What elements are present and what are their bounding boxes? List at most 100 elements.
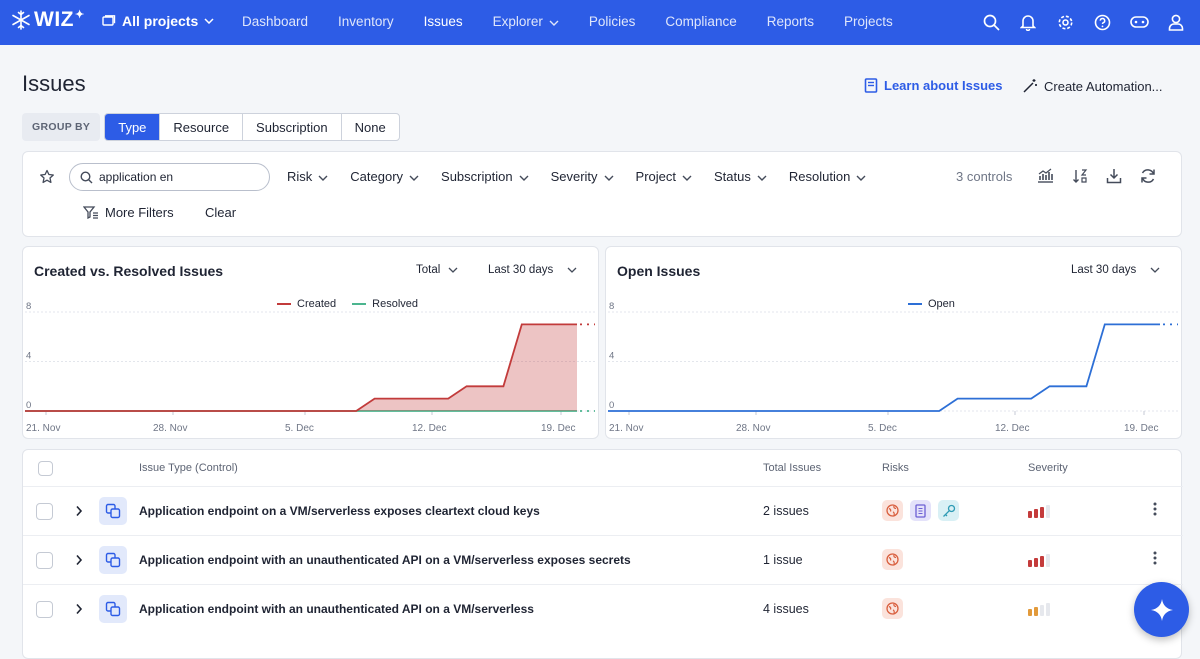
filter-category[interactable]: Category	[350, 169, 419, 184]
row-checkbox[interactable]	[36, 601, 53, 618]
chevron-down-icon	[409, 169, 419, 184]
chart-toggle-icon[interactable]	[1037, 168, 1054, 189]
sparkle-icon	[1150, 598, 1173, 621]
x-tick-label: 19. Dec	[1124, 423, 1158, 434]
nav-link-issues[interactable]: Issues	[424, 14, 463, 29]
help-icon[interactable]	[1092, 12, 1112, 32]
nav-link-policies[interactable]: Policies	[589, 14, 636, 29]
ai-assistant-button[interactable]	[1134, 582, 1189, 637]
create-automation-button[interactable]: Create Automation...	[1022, 78, 1163, 94]
filter-toolbar-icons	[1037, 168, 1156, 189]
nav-link-compliance[interactable]: Compliance	[665, 14, 736, 29]
severity-bar	[1028, 609, 1032, 616]
filter-label: Risk	[287, 169, 313, 184]
learn-about-issues-link[interactable]: Learn about Issues	[864, 78, 1002, 93]
project-selector[interactable]: All projects	[102, 13, 214, 29]
filter-subscription[interactable]: Subscription	[441, 169, 529, 184]
search-input[interactable]	[99, 170, 259, 184]
document-icon[interactable]	[910, 500, 931, 521]
folders-icon	[102, 15, 116, 26]
search-field[interactable]	[69, 163, 270, 191]
key-icon[interactable]	[938, 500, 959, 521]
page-title: Issues	[22, 71, 86, 96]
user-icon[interactable]	[1166, 12, 1186, 32]
globe-icon[interactable]	[882, 500, 903, 521]
more-options-icon[interactable]	[1153, 551, 1157, 570]
group-by-option-resource[interactable]: Resource	[160, 114, 244, 140]
star-icon[interactable]	[39, 169, 55, 190]
group-by-option-none[interactable]: None	[342, 114, 399, 140]
x-tick-label: 5. Dec	[868, 423, 897, 434]
globe-icon[interactable]	[882, 549, 903, 570]
group-by-option-subscription[interactable]: Subscription	[243, 114, 342, 140]
nav-link-dashboard[interactable]: Dashboard	[242, 14, 308, 29]
issue-type-name[interactable]: Application endpoint with an unauthentic…	[139, 553, 631, 567]
nav-link-label: Inventory	[338, 14, 394, 29]
series-line-open[interactable]	[608, 323, 1160, 412]
top-navigation-bar: WIZ ✦ All projects Dashboard Inventory Iss…	[0, 0, 1200, 45]
filter-status[interactable]: Status	[714, 169, 767, 184]
filter-dropdowns: Risk Category Subscription Severity Project S…	[287, 169, 888, 184]
issue-type-name[interactable]: Application endpoint on a VM/serverless …	[139, 504, 540, 518]
table-row[interactable]: Application endpoint on a VM/serverless …	[23, 486, 1183, 535]
group-by-label: GROUP BY	[22, 113, 101, 141]
chevron-down-icon	[519, 169, 529, 184]
nav-link-projects[interactable]: Projects	[844, 14, 893, 29]
severity-bar	[1046, 554, 1050, 567]
column-header-risks[interactable]: Risks	[882, 462, 909, 474]
filter-severity[interactable]: Severity	[551, 169, 614, 184]
column-header-type[interactable]: Issue Type (Control)	[139, 462, 238, 474]
column-header-total[interactable]: Total Issues	[763, 462, 821, 474]
download-icon[interactable]	[1106, 168, 1122, 189]
select-all-checkbox[interactable]	[38, 461, 53, 476]
severity-bar	[1028, 560, 1032, 567]
chevron-right-icon[interactable]	[75, 504, 83, 522]
chevron-right-icon[interactable]	[75, 602, 83, 620]
more-options-icon[interactable]	[1153, 502, 1157, 521]
severity-indicator	[1028, 554, 1050, 567]
severity-bar	[1034, 509, 1038, 518]
group-by-option-type[interactable]: Type	[105, 114, 161, 140]
snowflake-icon	[12, 10, 30, 30]
group-by-segmented-control: Type Resource Subscription None	[104, 113, 400, 141]
row-checkbox[interactable]	[36, 503, 53, 520]
nav-link-explorer[interactable]: Explorer	[493, 14, 559, 29]
learn-about-issues-label: Learn about Issues	[884, 78, 1003, 93]
column-header-severity[interactable]: Severity	[1028, 462, 1068, 474]
nav-link-inventory[interactable]: Inventory	[338, 14, 394, 29]
table-row[interactable]: Application endpoint with an unauthentic…	[23, 535, 1183, 584]
more-filters-button[interactable]: More Filters	[83, 205, 174, 220]
project-selector-label: All projects	[122, 13, 199, 29]
x-tick-label: 28. Nov	[153, 423, 187, 434]
wiz-logo[interactable]: WIZ ✦	[10, 8, 85, 32]
issue-count: 2 issues	[763, 504, 809, 518]
chevron-right-icon[interactable]	[75, 553, 83, 571]
more-filters-label: More Filters	[105, 205, 174, 220]
nav-link-label: Issues	[423, 14, 463, 29]
x-tick-label: 21. Nov	[26, 423, 60, 434]
control-type-icon	[99, 497, 127, 525]
main-nav-links: Dashboard Inventory Issues Explorer Policies…	[242, 14, 923, 29]
control-type-icon	[99, 546, 127, 574]
controls-count: 3 controls	[956, 169, 1013, 184]
issue-type-name[interactable]: Application endpoint with an unauthentic…	[139, 602, 534, 616]
nav-link-reports[interactable]: Reports	[767, 14, 814, 29]
filter-resolution[interactable]: Resolution	[789, 169, 866, 184]
chevron-down-icon	[204, 18, 214, 24]
globe-icon[interactable]	[882, 598, 903, 619]
refresh-icon[interactable]	[1140, 168, 1156, 189]
gamepad-icon[interactable]	[1129, 12, 1149, 32]
search-icon[interactable]	[981, 12, 1001, 32]
sort-icon[interactable]	[1072, 168, 1088, 189]
row-checkbox[interactable]	[36, 552, 53, 569]
clear-filters-button[interactable]: Clear	[205, 205, 236, 220]
table-row[interactable]: Application endpoint with an unauthentic…	[23, 584, 1183, 633]
issues-table: Issue Type (Control) Total Issues Risks …	[22, 449, 1183, 659]
filter-risk[interactable]: Risk	[287, 169, 328, 184]
severity-bar	[1034, 607, 1038, 616]
filter-project[interactable]: Project	[636, 169, 692, 184]
nav-link-label: Reports	[766, 14, 814, 29]
gear-icon[interactable]	[1055, 12, 1075, 32]
severity-bar	[1034, 558, 1038, 567]
bell-icon[interactable]	[1018, 12, 1038, 32]
